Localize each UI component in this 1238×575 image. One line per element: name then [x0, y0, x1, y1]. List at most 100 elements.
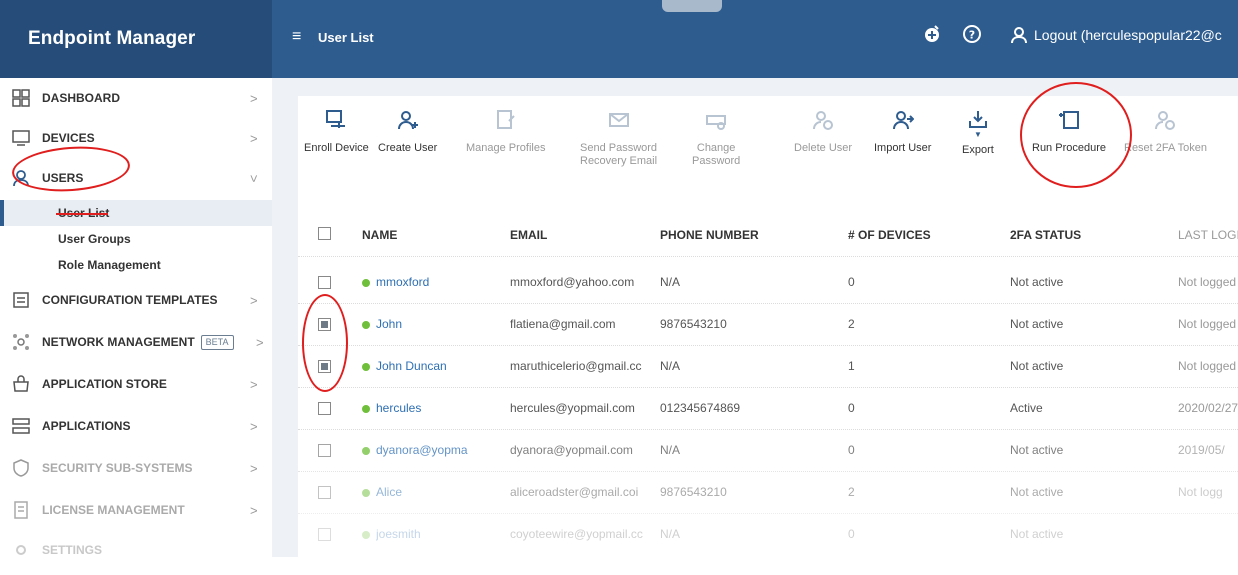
row-checkbox[interactable] — [318, 402, 331, 415]
password-icon — [704, 108, 728, 132]
change-password-button[interactable]: Change Password — [692, 108, 740, 178]
collapse-tab[interactable] — [662, 0, 722, 12]
status-dot — [362, 447, 370, 455]
page-title: User List — [318, 30, 374, 45]
last-login-cell: 2020/02/27 — [1178, 401, 1238, 415]
sidebar-item-label: DEVICES — [42, 131, 95, 145]
sidebar-item-label: DASHBOARD — [42, 91, 120, 105]
column-header-email[interactable]: EMAIL — [510, 228, 547, 242]
user-name-link[interactable]: John Duncan — [376, 359, 486, 373]
sidebar-item-application-store[interactable]: APPLICATION STORE > — [0, 364, 272, 404]
sidebar-item-network-management[interactable]: NETWORK MANAGEMENT BETA > — [0, 322, 272, 362]
column-header-2fa-status[interactable]: 2FA STATUS — [1010, 228, 1081, 242]
column-header-devices[interactable]: # OF DEVICES — [848, 228, 931, 242]
table-row[interactable]: joesmith coyoteewire@yopmail.cc N/A 0 No… — [298, 514, 1238, 556]
devices-cell: 1 — [848, 359, 855, 373]
devices-cell: 2 — [848, 485, 855, 499]
2fa-status-cell: Not active — [1010, 527, 1064, 541]
create-user-label: Create User — [378, 142, 438, 154]
phone-cell: 9876543210 — [660, 485, 727, 499]
add-user-icon — [396, 108, 420, 132]
column-header-phone-number[interactable]: PHONE NUMBER — [660, 228, 759, 242]
row-checkbox[interactable] — [318, 444, 331, 457]
license-icon — [12, 501, 30, 519]
sidebar-item-dashboard[interactable]: DASHBOARD > — [0, 78, 272, 118]
chevron-right-icon: > — [250, 91, 258, 106]
user-name-link[interactable]: Alice — [376, 485, 486, 499]
annotation-underline-user-list — [56, 213, 108, 215]
user-name-link[interactable]: mmoxford — [376, 275, 486, 289]
main-content: Enroll Device Create User Manage Profile… — [272, 78, 1238, 575]
devices-cell: 0 — [848, 443, 855, 457]
reset-2fa-token-button[interactable]: Reset 2FA Token — [1124, 108, 1207, 178]
sidebar-item-license-management[interactable]: LICENSE MANAGEMENT > — [0, 490, 272, 530]
select-all-checkbox[interactable] — [318, 227, 331, 240]
row-checkbox[interactable] — [318, 276, 331, 289]
table-row[interactable]: John flatiena@gmail.com 9876543210 2 Not… — [298, 304, 1238, 346]
column-header-name[interactable]: NAME — [362, 228, 397, 242]
status-dot — [362, 531, 370, 539]
network-icon — [12, 333, 30, 351]
column-header-last-login[interactable]: LAST LOGIN — [1178, 228, 1238, 242]
devices-cell: 0 — [848, 527, 855, 541]
logout-link[interactable]: Logout (herculespopular22@c — [1010, 26, 1222, 44]
export-icon — [966, 108, 990, 132]
phone-cell: N/A — [660, 359, 681, 373]
manage-profiles-button[interactable]: Manage Profiles — [466, 108, 546, 178]
table-row[interactable]: mmoxford mmoxford@yahoo.com N/A 0 Not ac… — [298, 262, 1238, 304]
phone-cell: N/A — [660, 275, 681, 289]
phone-cell: N/A — [660, 443, 681, 457]
sidebar-item-applications[interactable]: APPLICATIONS > — [0, 406, 272, 446]
add-circle-icon[interactable] — [922, 24, 942, 44]
user-name-link[interactable]: dyanora@yopma — [376, 443, 486, 457]
row-checkbox[interactable] — [318, 486, 331, 499]
manage-profiles-icon — [494, 108, 518, 132]
status-dot — [362, 363, 370, 371]
table-row[interactable]: dyanora@yopma dyanora@yopmail.com N/A 0 … — [298, 430, 1238, 472]
top-bar: Endpoint Manager ≡ User List ? Logout (h… — [0, 0, 1238, 78]
beta-badge: BETA — [200, 334, 234, 350]
sidebar-item-security-sub-systems[interactable]: SECURITY SUB-SYSTEMS > — [0, 448, 272, 488]
sidebar-subitem-user-list[interactable]: User List — [0, 200, 272, 226]
export-label: Export — [962, 144, 994, 156]
email-cell: coyoteewire@yopmail.cc — [510, 527, 643, 541]
table-row[interactable]: Alice aliceroadster@gmail.coi 9876543210… — [298, 472, 1238, 514]
2fa-status-cell: Not active — [1010, 485, 1064, 499]
table-row[interactable]: hercules hercules@yopmail.com 0123456748… — [298, 388, 1238, 430]
sidebar-item-label: SECURITY SUB-SYSTEMS — [42, 461, 193, 475]
shield-icon — [12, 459, 30, 477]
hamburger-icon[interactable]: ≡ — [292, 28, 301, 46]
sidebar-subitem-user-groups[interactable]: User Groups — [0, 226, 272, 252]
reset-token-icon — [1153, 108, 1177, 132]
chevron-right-icon: > — [256, 335, 264, 350]
user-name-link[interactable]: joesmith — [376, 527, 486, 541]
export-button[interactable]: ▼ Export — [962, 108, 994, 178]
2fa-status-cell: Not active — [1010, 317, 1064, 331]
label-line: Password — [692, 155, 741, 167]
delete-user-label: Delete User — [794, 142, 853, 154]
chevron-right-icon: > — [250, 377, 258, 392]
sidebar-item-label: SETTINGS — [42, 543, 103, 557]
user-name-link[interactable]: John — [376, 317, 486, 331]
logout-label: Logout (herculespopular22@c — [1034, 27, 1222, 43]
help-icon[interactable]: ? — [962, 24, 982, 44]
delete-user-button[interactable]: Delete User — [794, 108, 852, 178]
enroll-device-button[interactable]: Enroll Device — [304, 108, 369, 178]
create-user-button[interactable]: Create User — [378, 108, 437, 178]
user-list-panel: Enroll Device Create User Manage Profile… — [298, 82, 1238, 575]
import-user-button[interactable]: Import User — [874, 108, 931, 178]
sidebar-item-settings[interactable]: SETTINGS — [0, 530, 272, 570]
chevron-right-icon: > — [250, 419, 258, 434]
brand[interactable]: Endpoint Manager — [0, 0, 272, 78]
user-icon — [1011, 27, 1027, 44]
sidebar-subitem-role-management[interactable]: Role Management — [0, 252, 272, 278]
row-checkbox[interactable] — [318, 528, 331, 541]
2fa-status-cell: Active — [1010, 401, 1043, 415]
send-password-recovery-email-button[interactable]: Send Password Recovery Email — [580, 108, 657, 178]
table-row[interactable]: John Duncan maruthicelerio@gmail.cc N/A … — [298, 346, 1238, 388]
send-password-recovery-email-label: Send Password Recovery Email — [580, 142, 657, 168]
user-name-link[interactable]: hercules — [376, 401, 486, 415]
sidebar-item-configuration-templates[interactable]: CONFIGURATION TEMPLATES > — [0, 280, 272, 320]
configuration-icon — [12, 291, 30, 309]
svg-text:?: ? — [969, 29, 975, 42]
